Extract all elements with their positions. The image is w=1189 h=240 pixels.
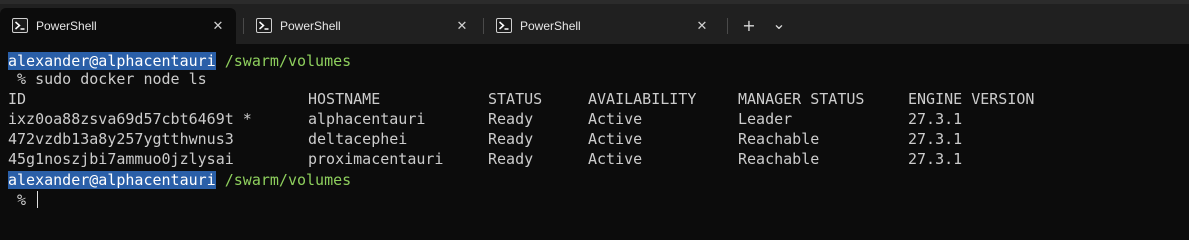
- node-engine-version: 27.3.1: [908, 130, 963, 148]
- tab-dropdown-button[interactable]: ⌄: [768, 14, 790, 34]
- node-status: Ready: [488, 130, 534, 148]
- command-text: sudo docker node ls: [35, 70, 207, 88]
- table-row: 472vzdb13a8y257ygtthwnus3 deltacephei Re…: [8, 129, 1108, 149]
- node-status: Ready: [488, 110, 534, 128]
- terminal-window: PowerShell ✕ PowerShell ✕ PowerShell ✕ +…: [0, 0, 1189, 210]
- prompt-user-host: alexander@alphacentauri: [8, 52, 216, 70]
- node-manager-status: Leader: [738, 110, 793, 128]
- header-hostname: HOSTNAME: [308, 90, 381, 108]
- node-status: Ready: [488, 150, 534, 168]
- node-availability: Active: [588, 150, 643, 168]
- input-line[interactable]: %: [8, 190, 26, 210]
- tab-powershell-3[interactable]: PowerShell ✕: [484, 8, 720, 44]
- command-line: % sudo docker node ls: [8, 69, 207, 89]
- header-id: ID: [8, 90, 27, 108]
- prompt-cwd: /swarm/volumes: [224, 52, 352, 70]
- tab-powershell-2[interactable]: PowerShell ✕: [244, 8, 480, 44]
- powershell-icon: [12, 18, 28, 33]
- text-cursor: [37, 191, 38, 208]
- prompt-line: alexander@alphacentauri /swarm/volumes: [8, 51, 351, 71]
- node-hostname: alphacentauri: [308, 110, 426, 128]
- tab-label: PowerShell: [280, 19, 341, 33]
- title-bar[interactable]: [0, 0, 1189, 4]
- node-id: 472vzdb13a8y257ygtthwnus3: [8, 130, 234, 148]
- node-id: 45g1noszjbi7ammuo0jzlysai: [8, 150, 234, 168]
- node-availability: Active: [588, 130, 643, 148]
- header-manager-status: MANAGER STATUS: [738, 90, 865, 108]
- prompt-symbol: %: [8, 191, 27, 209]
- node-engine-version: 27.3.1: [908, 110, 963, 128]
- prompt-cwd: /swarm/volumes: [224, 171, 352, 189]
- tab-strip: PowerShell ✕ PowerShell ✕ PowerShell ✕ +…: [0, 0, 1189, 44]
- powershell-icon: [496, 18, 512, 33]
- tab-label: PowerShell: [36, 19, 97, 33]
- node-hostname: proximacentauri: [308, 150, 444, 168]
- close-tab-icon[interactable]: ✕: [210, 18, 226, 34]
- node-manager-status: Reachable: [738, 150, 820, 168]
- close-tab-icon[interactable]: ✕: [694, 18, 710, 34]
- node-id: ixz0oa88zsva69d57cbt6469t *: [8, 110, 252, 128]
- table-row: ixz0oa88zsva69d57cbt6469t * alphacentaur…: [8, 109, 1108, 129]
- table-row: 45g1noszjbi7ammuo0jzlysai proximacentaur…: [8, 149, 1108, 169]
- node-availability: Active: [588, 110, 643, 128]
- tab-divider: [727, 18, 728, 34]
- prompt-user-host: alexander@alphacentauri: [8, 171, 216, 189]
- tab-label: PowerShell: [520, 19, 581, 33]
- powershell-icon: [256, 18, 272, 33]
- prompt-symbol: %: [8, 70, 27, 88]
- tab-powershell-1[interactable]: PowerShell ✕: [0, 8, 236, 44]
- header-engine-version: ENGINE VERSION: [908, 90, 1035, 108]
- header-status: STATUS: [488, 90, 543, 108]
- node-engine-version: 27.3.1: [908, 150, 963, 168]
- close-tab-icon[interactable]: ✕: [454, 18, 470, 34]
- header-availability: AVAILABILITY: [588, 90, 697, 108]
- terminal-output[interactable]: alexander@alphacentauri /swarm/volumes %…: [0, 44, 1189, 210]
- new-tab-button[interactable]: +: [738, 16, 760, 36]
- table-header: ID HOSTNAME STATUS AVAILABILITY MANAGER …: [8, 89, 1108, 109]
- prompt-line: alexander@alphacentauri /swarm/volumes: [8, 170, 351, 190]
- node-hostname: deltacephei: [308, 130, 408, 148]
- node-manager-status: Reachable: [738, 130, 820, 148]
